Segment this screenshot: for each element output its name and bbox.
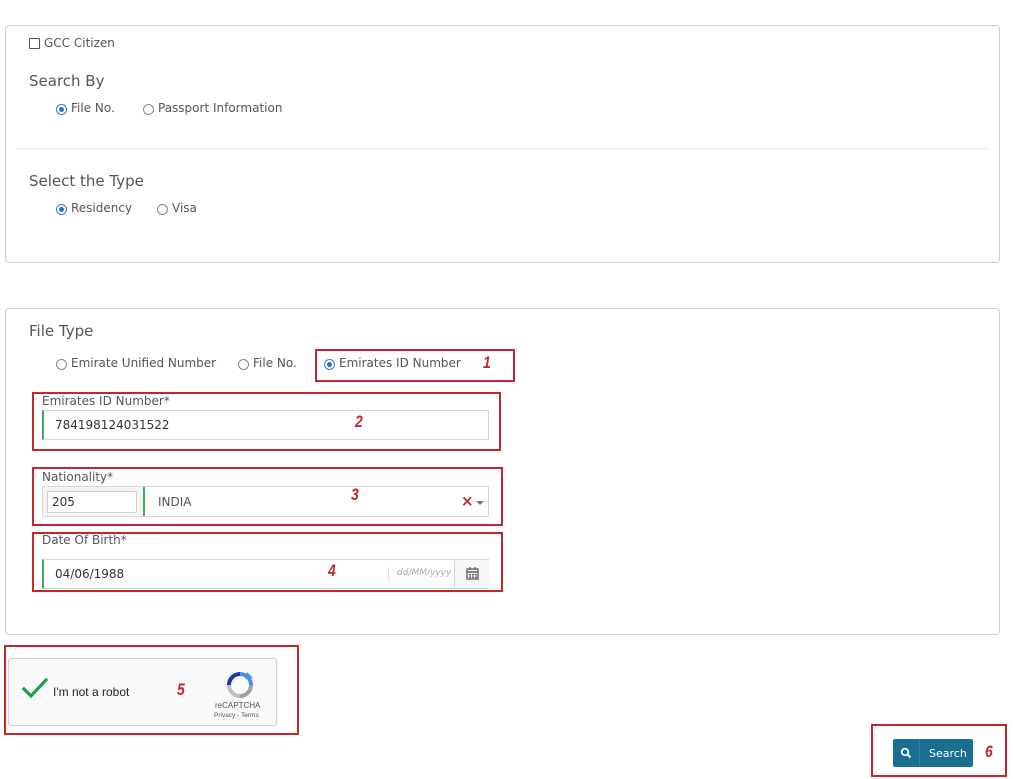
type-residency-label: Residency [71,201,133,215]
annotation-box-3 [32,467,503,526]
annotation-number-1: 1 [483,353,491,372]
annotation-number-6: 6 [985,742,993,761]
type-visa-label: Visa [172,201,197,215]
radio-button[interactable] [56,204,67,215]
type-visa-radio[interactable]: Visa [157,201,197,215]
gcc-citizen-checkbox-box[interactable] [29,37,40,49]
search-options-panel [5,25,1000,263]
file-type-file-no-radio[interactable]: File No. [238,356,297,370]
radio-button[interactable] [143,104,154,115]
search-by-passport-label: Passport Information [158,101,283,115]
radio-button[interactable] [238,359,249,370]
file-type-unified-number-label: Emirate Unified Number [71,356,217,370]
search-by-passport-radio[interactable]: Passport Information [143,101,282,115]
panel-divider [16,148,990,149]
select-type-title: Select the Type [29,172,144,190]
radio-button[interactable] [56,359,67,370]
gcc-citizen-label: GCC Citizen [44,36,115,50]
annotation-number-3: 3 [351,485,359,504]
annotation-box-2 [32,392,501,451]
radio-button[interactable] [56,104,67,115]
annotation-number-5: 5 [177,680,185,699]
search-by-file-no-radio[interactable]: File No. [56,101,115,115]
file-type-title: File Type [29,322,94,340]
file-type-file-no-label: File No. [253,356,297,370]
annotation-number-4: 4 [328,561,336,580]
gcc-citizen-checkbox[interactable]: GCC Citizen [29,36,115,50]
annotation-box-5 [4,645,299,735]
annotation-number-2: 2 [355,412,363,431]
search-by-title: Search By [29,72,105,90]
annotation-box-4 [32,532,503,592]
search-by-file-no-label: File No. [71,101,115,115]
file-type-unified-number-radio[interactable]: Emirate Unified Number [56,356,216,370]
type-residency-radio[interactable]: Residency [56,201,132,215]
radio-button[interactable] [157,204,168,215]
